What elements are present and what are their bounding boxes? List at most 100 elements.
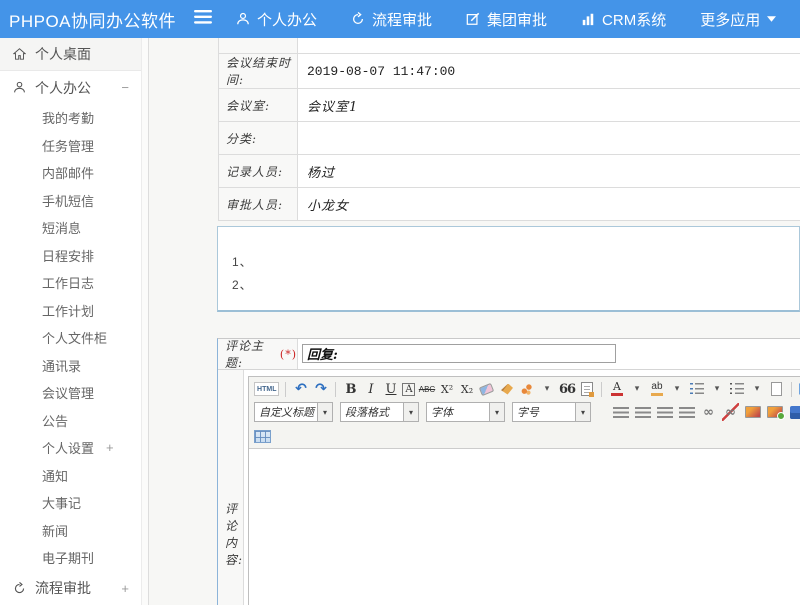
sidebar-item-meeting-management[interactable]: 会议管理 xyxy=(0,379,141,407)
highlight-color-icon[interactable]: ab xyxy=(648,380,665,398)
table-row: 分类: xyxy=(219,122,800,155)
sidebar-item-notice[interactable]: 通知 xyxy=(0,462,141,490)
sidebar-item-e-journal[interactable]: 电子期刊 xyxy=(0,544,141,572)
sidebar-item-task-management[interactable]: 任务管理 xyxy=(0,132,141,160)
expand-toggle[interactable]: + xyxy=(121,581,129,596)
eraser-icon[interactable] xyxy=(478,380,495,398)
comment-content-row: 评论内容: HTML B I U A xyxy=(218,370,800,605)
nav-item-workflow-approval[interactable]: 流程审批 xyxy=(351,9,432,30)
top-nav: 个人办公 流程审批 集团审批 CRM系统 更多应用 xyxy=(236,9,776,30)
align-right-icon[interactable] xyxy=(656,403,673,421)
nav-item-group-approval[interactable]: 集团审批 xyxy=(466,9,547,30)
insert-media-icon[interactable] xyxy=(788,403,800,421)
dropdown-caret-icon[interactable] xyxy=(628,380,645,398)
strikethrough-icon[interactable]: ABC xyxy=(418,380,435,398)
editor-content-area[interactable] xyxy=(249,449,800,605)
ordered-list-icon[interactable] xyxy=(688,380,705,398)
user-icon xyxy=(13,81,26,94)
font-family-dropdown[interactable]: 字体 ▾ xyxy=(426,402,505,422)
nav-item-more-apps[interactable]: 更多应用 xyxy=(700,9,776,30)
table-row xyxy=(219,38,800,54)
sidebar-item-news[interactable]: 新闻 xyxy=(0,517,141,545)
format-brush-icon[interactable] xyxy=(498,380,515,398)
align-center-icon[interactable] xyxy=(634,403,651,421)
sidebar-item-contacts[interactable]: 通讯录 xyxy=(0,352,141,380)
field-label: 分类: xyxy=(219,122,298,154)
font-color-icon[interactable]: A xyxy=(608,380,625,398)
dropdown-caret-icon[interactable] xyxy=(538,380,555,398)
sidebar-item-workflow-approval[interactable]: 流程审批 + xyxy=(0,572,141,605)
home-icon xyxy=(13,48,26,60)
bold-icon[interactable]: B xyxy=(342,380,359,398)
user-icon xyxy=(236,12,250,26)
font-style-icon[interactable]: A xyxy=(402,383,415,396)
table-row: 会议结束时间: 2019-08-07 11:47:00 xyxy=(219,54,800,89)
sidebar-scrollbar[interactable] xyxy=(141,38,149,605)
sidebar-item-internal-mail[interactable]: 内部邮件 xyxy=(0,159,141,187)
dropdown-caret-icon[interactable] xyxy=(748,380,765,398)
sidebar-item-short-message[interactable]: 短消息 xyxy=(0,214,141,242)
sidebar-item-personal-office[interactable]: 个人办公 − xyxy=(0,71,141,104)
custom-heading-dropdown[interactable]: 自定义标题 ▾ xyxy=(254,402,333,422)
insert-link-icon[interactable]: ∞ xyxy=(700,403,717,421)
subscript-icon[interactable]: X₂ xyxy=(458,380,475,398)
collapse-toggle[interactable]: − xyxy=(121,80,129,95)
font-size-dropdown[interactable]: 字号 ▾ xyxy=(512,402,591,422)
caret-down-icon: ▾ xyxy=(575,403,590,421)
edit-square-icon xyxy=(466,12,480,26)
field-label: 会议室: xyxy=(219,89,298,121)
unordered-list-icon[interactable] xyxy=(728,380,745,398)
comment-form: 评论主题: (*) 评论内容: HTML xyxy=(217,338,800,605)
required-mark: (*) xyxy=(280,348,297,361)
align-left-icon[interactable] xyxy=(612,403,629,421)
hamburger-menu-button[interactable] xyxy=(190,7,216,31)
sidebar-item-mobile-sms[interactable]: 手机短信 xyxy=(0,187,141,215)
remove-link-icon[interactable]: ∞ xyxy=(722,403,739,421)
sidebar: 个人桌面 个人办公 − 我的考勤 任务管理 内部邮件 手机短信 短消息 日程安排… xyxy=(0,38,141,605)
comment-content-label: 评论内容: xyxy=(218,370,244,605)
rich-text-editor: HTML B I U A ABC X² X₂ xyxy=(248,376,800,605)
paragraph-format-dropdown[interactable]: 段落格式 ▾ xyxy=(340,402,419,422)
caret-down-icon: ▾ xyxy=(403,403,418,421)
upload-image-icon[interactable] xyxy=(766,403,783,421)
sidebar-item-schedule[interactable]: 日程安排 xyxy=(0,242,141,270)
new-page-icon[interactable] xyxy=(768,380,785,398)
comment-subject-row: 评论主题: (*) xyxy=(218,339,800,370)
approver-value: 小龙女 xyxy=(307,195,349,214)
superscript-icon[interactable]: X² xyxy=(438,380,455,398)
comment-subject-label: 评论主题: (*) xyxy=(218,339,298,369)
main-content: 会议结束时间: 2019-08-07 11:47:00 会议室: 会议室1 分类… xyxy=(149,38,800,605)
dropdown-caret-icon[interactable] xyxy=(668,380,685,398)
paste-icon[interactable] xyxy=(578,380,595,398)
sidebar-item-major-events[interactable]: 大事记 xyxy=(0,489,141,517)
underline-icon[interactable]: U xyxy=(382,380,399,398)
table-row: 会议室: 会议室1 xyxy=(219,89,800,122)
sidebar-item-work-plan[interactable]: 工作计划 xyxy=(0,297,141,325)
blockquote-icon[interactable]: 66 xyxy=(558,380,575,398)
undo-icon[interactable] xyxy=(292,380,309,398)
expand-toggle[interactable]: + xyxy=(106,440,114,455)
sidebar-item-attendance[interactable]: 我的考勤 xyxy=(0,104,141,132)
table-row: 审批人员: 小龙女 xyxy=(219,188,800,221)
sidebar-item-work-log[interactable]: 工作日志 xyxy=(0,269,141,297)
sidebar-item-personal-settings[interactable]: 个人设置 + xyxy=(0,434,141,462)
insert-image-icon[interactable] xyxy=(744,403,761,421)
comment-subject-input[interactable] xyxy=(302,344,616,363)
sidebar-item-desktop[interactable]: 个人桌面 xyxy=(0,38,141,71)
sidebar-item-file-cabinet[interactable]: 个人文件柜 xyxy=(0,324,141,352)
meeting-detail-table: 会议结束时间: 2019-08-07 11:47:00 会议室: 会议室1 分类… xyxy=(218,38,800,221)
insert-table-icon[interactable] xyxy=(254,427,271,445)
italic-icon[interactable]: I xyxy=(362,380,379,398)
caret-down-icon: ▾ xyxy=(317,403,332,421)
nav-item-crm-system[interactable]: CRM系统 xyxy=(581,9,666,30)
dropdown-caret-icon[interactable] xyxy=(708,380,725,398)
field-label: 会议结束时间: xyxy=(219,54,298,88)
html-source-button[interactable]: HTML xyxy=(254,382,279,396)
align-justify-icon[interactable] xyxy=(678,403,695,421)
sidebar-item-announcement[interactable]: 公告 xyxy=(0,407,141,435)
meeting-room-value: 会议室1 xyxy=(307,96,358,115)
redo-icon[interactable] xyxy=(312,380,329,398)
app-title: PHPOA协同办公软件 xyxy=(0,7,190,32)
auto-typeset-icon[interactable] xyxy=(518,380,535,398)
nav-item-personal-office[interactable]: 个人办公 xyxy=(236,9,317,30)
